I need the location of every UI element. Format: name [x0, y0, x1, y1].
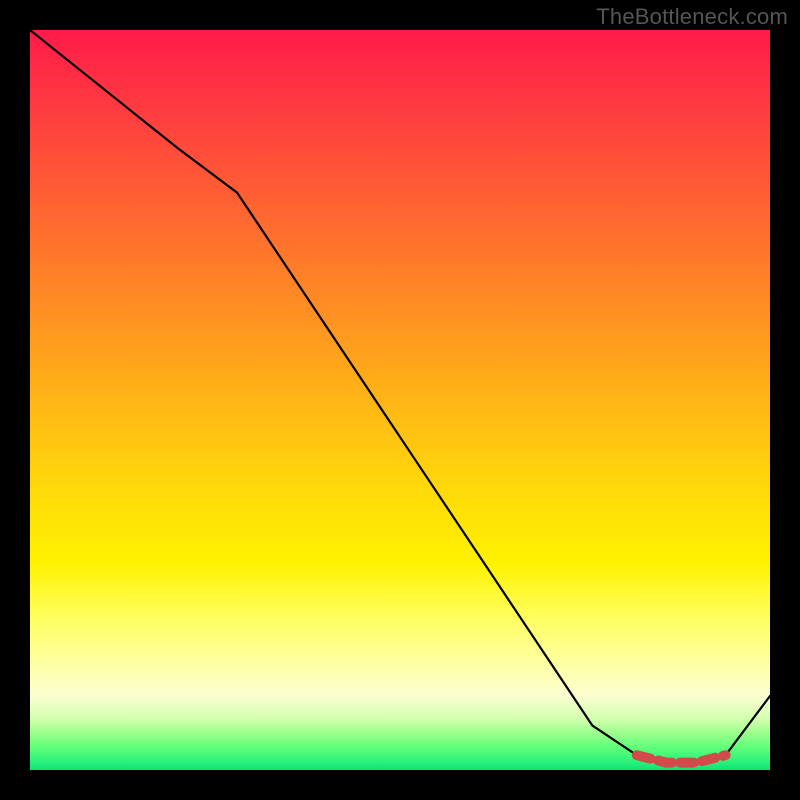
- primary-curve: [30, 30, 770, 763]
- watermark-text: TheBottleneck.com: [596, 4, 788, 30]
- chart-svg: [30, 30, 770, 770]
- chart-container: TheBottleneck.com: [0, 0, 800, 800]
- plot-area: [30, 30, 770, 770]
- optimal-segment: [637, 755, 726, 762]
